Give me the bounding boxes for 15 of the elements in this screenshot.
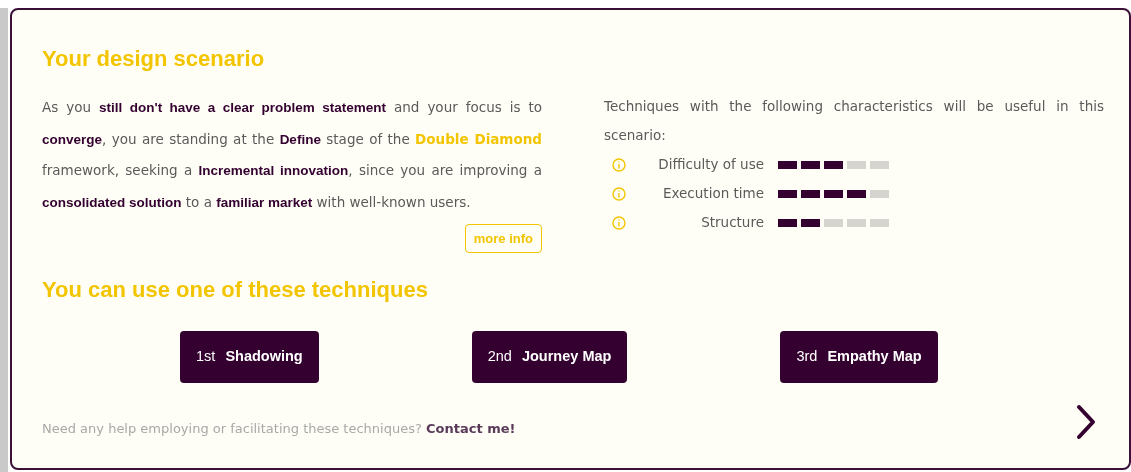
info-icon[interactable] [612, 215, 626, 230]
info-icon[interactable] [612, 186, 626, 201]
section-heading: You can use one of these techniques [42, 276, 429, 304]
characteristic-label: Structure [700, 213, 764, 233]
section-heading: Your design scenario [42, 45, 266, 73]
characteristic-label: Execution time [661, 184, 764, 204]
characteristics-intro: Techniques with the following characteristics will be useful in this scenario: [604, 97, 1104, 145]
characteristic-label: Difficulty of use [657, 155, 764, 175]
info-icon[interactable] [612, 157, 626, 172]
help-text: Need any help employing or facilitating these techniques? [42, 421, 422, 437]
technique-button[interactable]: 3rd Empathy Map [780, 331, 938, 383]
contact-link[interactable]: Contact me! [426, 421, 516, 437]
technique-button[interactable]: 1st Shadowing [180, 331, 319, 383]
scenario-description: As you still don't have a clear problem statement and your focus is to converge, you are standing at the Define stage of the Double Diamond framework, seeking a Incremental innovation, since you are improving a consolidated solution to a familiar market with well-known users. [42, 98, 542, 212]
technique-button[interactable]: 2nd Journey Map [471, 331, 628, 383]
